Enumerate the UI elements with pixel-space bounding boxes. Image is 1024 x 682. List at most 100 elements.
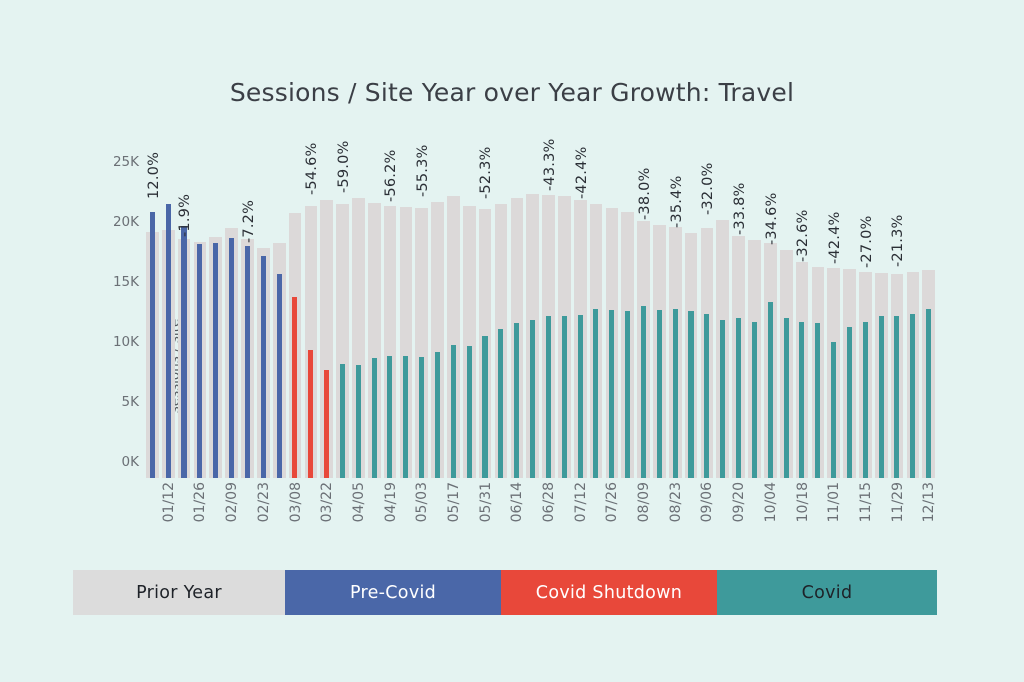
bar-group[interactable]: -21.3% [890, 160, 922, 478]
bar-value-label: -27.0% [858, 215, 875, 268]
bar-group[interactable]: -52.3% [478, 147, 510, 478]
page-title: Sessions / Site Year over Year Growth: T… [229, 78, 795, 107]
bar-group[interactable]: -27.0% [859, 160, 890, 478]
x-axis-cell [272, 482, 288, 552]
bar-group[interactable] [541, 160, 557, 478]
bar-group[interactable] [414, 160, 430, 478]
x-axis-cell [335, 482, 351, 552]
y-axis-tick-label: 10K [112, 334, 139, 350]
bar-group[interactable]: -38.0% [637, 160, 668, 478]
y-axis-tick-label: 25K [112, 154, 139, 170]
bar-group[interactable]: -43.3% [542, 139, 573, 478]
bar-group[interactable]: -56.2% [383, 149, 415, 478]
bar-group[interactable]: -42.4% [574, 147, 605, 478]
bar-current-year [783, 318, 789, 478]
bar-group[interactable] [921, 160, 937, 478]
x-axis-cell [620, 482, 636, 552]
bar-current-year [625, 311, 631, 478]
bar-current-year [530, 319, 536, 478]
bar-group[interactable] [620, 160, 636, 478]
bar-group[interactable]: -42.4% [827, 160, 858, 478]
bar-group[interactable]: -55.3% [415, 145, 446, 478]
x-axis-cell [747, 482, 763, 552]
x-axis-tick-label: 05/03 [414, 482, 431, 523]
bar-group[interactable] [272, 160, 288, 478]
bar-group[interactable]: -34.6% [764, 160, 795, 478]
bar-current-year [751, 322, 757, 478]
x-axis-cell: 02/09 [224, 482, 240, 552]
bar-group[interactable]: -1.9% [177, 160, 209, 478]
y-axis-tick-label: 0K [121, 454, 139, 470]
bar-group[interactable] [826, 160, 842, 478]
bar-current-year [894, 316, 900, 478]
x-axis-ticks: 01/12 01/26 02/09 02/23 03/08 03/22 04/05 04/19… [145, 482, 938, 552]
bar-group[interactable] [462, 160, 478, 478]
bar-group[interactable] [525, 160, 541, 478]
bar-group[interactable]: -32.0% [700, 160, 731, 478]
bar-current-year [181, 226, 187, 478]
x-axis-cell [684, 482, 700, 552]
bar-group[interactable]: -32.6% [795, 160, 826, 478]
bar-group[interactable] [478, 160, 494, 478]
bar-current-year [609, 310, 615, 478]
x-axis-cell [874, 482, 890, 552]
x-axis-tick-label: 01/26 [192, 482, 209, 523]
legend-item-covid[interactable]: Covid [717, 570, 937, 615]
legend-item-prior-year[interactable]: Prior Year [73, 570, 285, 615]
x-axis-cell [208, 482, 224, 552]
bar-group[interactable] [795, 160, 811, 478]
bar-current-year [387, 355, 393, 478]
bar-group[interactable] [890, 160, 906, 478]
legend-item-pre-covid[interactable]: Pre-Covid [285, 570, 501, 615]
x-axis-cell: 07/26 [604, 482, 620, 552]
bar-group[interactable]: -59.0% [336, 141, 367, 478]
bar-current-year [561, 316, 567, 478]
x-axis-cell: 10/18 [795, 482, 811, 552]
bar-group[interactable]: -35.4% [669, 160, 700, 478]
x-axis-tick-label: 05/17 [445, 482, 462, 523]
bar-series-container: 12.0% -1.9% -7.2% -54.6% -59.0% -56.2% -55.3% -… [145, 139, 937, 478]
bar-value-label: -38.0% [636, 167, 653, 220]
x-axis-cell: 11/01 [826, 482, 842, 552]
bar-group[interactable]: -33.8% [732, 160, 763, 478]
bar-group[interactable] [145, 160, 161, 478]
bar-current-year [640, 306, 646, 478]
bar-value-label: -42.4% [827, 211, 844, 265]
bar-current-year [197, 244, 203, 478]
bar-current-year [577, 314, 583, 478]
bar-group[interactable]: -7.2% [241, 160, 272, 478]
bar-group[interactable]: -54.6% [304, 142, 335, 478]
bar-current-year [846, 326, 852, 478]
x-axis-cell: 05/31 [478, 482, 494, 552]
bar-group[interactable]: 12.0% [146, 152, 177, 478]
x-axis-tick-label: 02/09 [224, 482, 241, 523]
bar-current-year [165, 204, 171, 478]
x-axis-cell [177, 482, 193, 552]
bar-group[interactable] [303, 160, 319, 478]
bar-current-year [831, 342, 837, 478]
bar-current-year [419, 356, 425, 478]
x-axis-tick-label: 09/20 [731, 482, 748, 523]
bar-group[interactable] [335, 160, 351, 478]
bar-group[interactable] [288, 160, 304, 478]
bar-group[interactable] [208, 160, 224, 478]
x-axis-cell: 11/29 [890, 482, 906, 552]
y-axis-ticks: 0K 5K 10K 15K 20K 25K [93, 154, 139, 478]
x-axis-cell: 08/23 [668, 482, 684, 552]
bar-group[interactable] [446, 160, 462, 478]
x-axis-cell: 03/08 [288, 482, 304, 552]
bar-value-label: 12.0% [145, 152, 162, 200]
bar-group[interactable] [858, 160, 874, 478]
x-axis-cell [462, 482, 478, 552]
x-axis-cell [303, 482, 319, 552]
bar-group[interactable] [573, 160, 589, 478]
bar-group[interactable] [509, 160, 525, 478]
bar-current-year [260, 256, 266, 478]
bar-group[interactable] [604, 160, 620, 478]
x-axis-cell: 05/03 [414, 482, 430, 552]
bar-group[interactable] [367, 160, 383, 478]
legend-item-covid-shutdown[interactable]: Covid Shutdown [501, 570, 717, 615]
bar-group[interactable] [224, 160, 240, 478]
bar-group[interactable] [383, 160, 399, 478]
bar-current-year [926, 308, 932, 478]
